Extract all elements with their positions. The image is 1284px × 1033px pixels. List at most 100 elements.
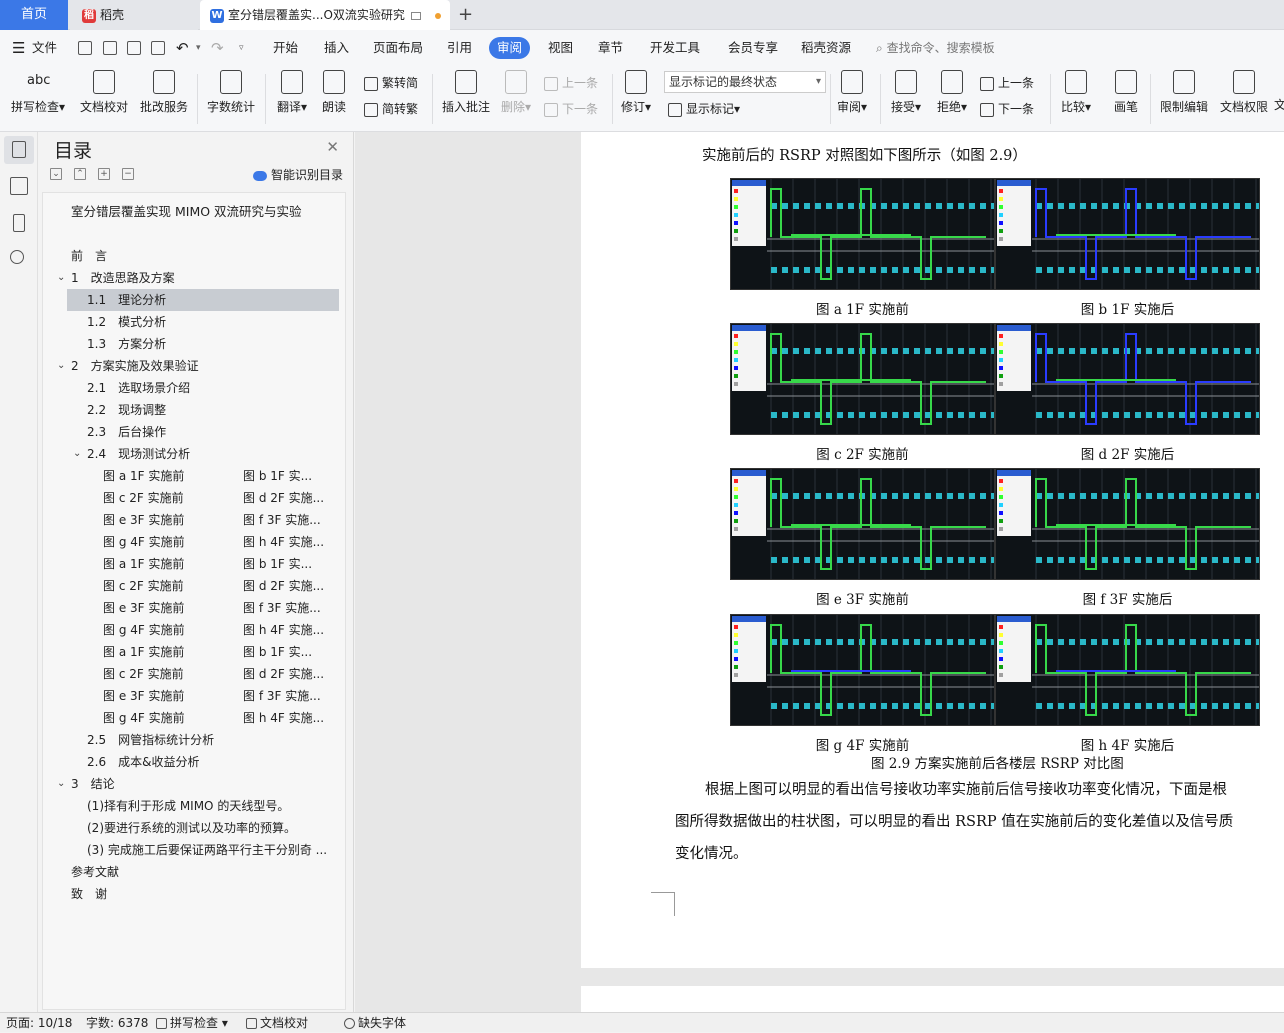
chevron-down-icon[interactable]: ⌄ [57, 267, 65, 289]
read-aloud-button[interactable]: 朗读 [316, 70, 352, 115]
toc-item[interactable]: 图 e 3F 实施前 图 f 3F 实施... [43, 597, 343, 619]
ribbon-overflow-label[interactable]: 文 [1274, 96, 1284, 113]
add-heading-icon[interactable]: + [98, 168, 110, 180]
save-icon[interactable] [78, 41, 92, 55]
toc-item[interactable]: (3) 完成施工后要保证两路平行主干分别奇 ... [43, 839, 343, 861]
chevron-down-icon[interactable]: ⌄ [57, 355, 65, 377]
toc-item[interactable]: 1.2 模式分析 [43, 311, 343, 333]
compare-button[interactable]: 比较▾ [1056, 70, 1096, 115]
print-preview-icon[interactable] [151, 41, 165, 55]
file-menu[interactable]: 文件 [32, 30, 57, 66]
menu-chapter[interactable]: 章节 [598, 30, 623, 66]
chapter-nav-icon[interactable] [10, 177, 28, 195]
menu-review[interactable]: 审阅 [489, 37, 531, 59]
export-icon[interactable] [103, 41, 117, 55]
undo-dropdown-icon[interactable]: ▾ [196, 30, 201, 66]
close-icon[interactable]: ✕ [326, 138, 339, 156]
toc-item[interactable]: 图 a 1F 实施前 图 b 1F 实... [43, 641, 343, 663]
print-icon[interactable] [127, 41, 141, 55]
next-change-button[interactable]: 下一条 [980, 100, 1034, 117]
accept-button[interactable]: 接受▾ [886, 70, 926, 115]
translate-button[interactable]: 翻译▾ [272, 70, 312, 115]
toc-item[interactable]: (2)要进行系统的测试以及功率的预算。 [43, 817, 343, 839]
reject-button[interactable]: 拒绝▾ [932, 70, 972, 115]
review-pane-button[interactable]: 审阅▾ [834, 70, 870, 115]
toc-item[interactable]: 参考文献 [43, 861, 343, 883]
expand-all-icon[interactable]: ⌄ [50, 168, 62, 180]
markup-display-select[interactable]: 显示标记的最终状态 [664, 71, 826, 93]
toc-item[interactable]: 图 a 1F 实施前 图 b 1F 实... [43, 465, 343, 487]
toc-item[interactable]: 图 a 1F 实施前 图 b 1F 实... [43, 553, 343, 575]
simp-to-trad-button[interactable]: 简转繁 [364, 100, 418, 117]
bookmark-icon[interactable] [13, 214, 25, 232]
delete-comment-button[interactable]: 删除▾ [496, 70, 536, 115]
collapse-all-icon[interactable]: ⌃ [74, 168, 86, 180]
chevron-down-icon[interactable]: ⌄ [73, 443, 81, 465]
pen-button[interactable]: 画笔 [1108, 70, 1144, 115]
toc-item[interactable]: 1.1 理论分析 [67, 289, 339, 311]
page-indicator[interactable]: 页面: 10/18 [6, 1013, 72, 1033]
toc-item[interactable]: 2.1 选取场景介绍 [43, 377, 343, 399]
prev-comment-button[interactable]: 上一条 [544, 74, 598, 91]
toc-item[interactable]: 前 言 [43, 245, 343, 267]
remove-heading-icon[interactable]: − [122, 168, 134, 180]
toc-item[interactable]: 2.2 现场调整 [43, 399, 343, 421]
toc-item[interactable]: 2.6 成本&收益分析 [43, 751, 343, 773]
tab-home[interactable]: 首页 [0, 0, 68, 30]
new-tab-button[interactable]: + [458, 0, 478, 30]
toc-item[interactable]: 1.3 方案分析 [43, 333, 343, 355]
insert-comment-button[interactable]: 插入批注 [438, 70, 494, 115]
word-count-indicator[interactable]: 字数: 6378 [86, 1013, 148, 1033]
toc-item[interactable]: 图 g 4F 实施前 图 h 4F 实施... [43, 619, 343, 641]
document-rights-button[interactable]: 文档权限 [1216, 70, 1272, 115]
chevron-down-icon[interactable]: ⌄ [57, 773, 65, 795]
toc-item[interactable]: 图 c 2F 实施前 图 d 2F 实施... [43, 487, 343, 509]
menu-layout[interactable]: 页面布局 [373, 30, 423, 66]
trad-to-simp-button[interactable]: 繁转简 [364, 74, 418, 91]
search-icon[interactable] [10, 250, 24, 264]
batch-service-button[interactable]: 批改服务 [136, 70, 192, 115]
quick-access-dropdown-icon[interactable]: ▿ [239, 30, 244, 66]
undo-icon[interactable]: ↶ [176, 30, 189, 66]
prev-change-button[interactable]: 上一条 [980, 74, 1034, 91]
missing-font-indicator[interactable]: 缺失字体 [344, 1013, 406, 1033]
proofread-button[interactable]: 文档校对 [76, 70, 132, 115]
toc-item[interactable]: (1)择有利于形成 MIMO 的天线型号。 [43, 795, 343, 817]
toc-item[interactable]: ⌄ 2.4 现场测试分析 [43, 443, 343, 465]
toc-item[interactable]: 图 g 4F 实施前 图 h 4F 实施... [43, 531, 343, 553]
toc-item[interactable]: ⌄ 2 方案实施及效果验证 [43, 355, 343, 377]
toc-item[interactable]: ⌄ 3 结论 [43, 773, 343, 795]
toc-item[interactable]: 图 e 3F 实施前 图 f 3F 实施... [43, 685, 343, 707]
menu-references[interactable]: 引用 [447, 30, 472, 66]
spell-check-button[interactable]: abc 拼写检查▾ [8, 70, 68, 115]
toc-item[interactable]: 图 e 3F 实施前 图 f 3F 实施... [43, 509, 343, 531]
track-changes-button[interactable]: 修订▾ [616, 70, 656, 115]
menu-start[interactable]: 开始 [273, 30, 298, 66]
toc-doc-title[interactable]: 室分错层覆盖实现 MIMO 双流研究与实验 [71, 201, 302, 223]
toc-item[interactable]: 2.3 后台操作 [43, 421, 343, 443]
window-icon[interactable] [410, 11, 421, 20]
tab-document[interactable]: W 室分错层覆盖实...O双流实验研究 [200, 0, 450, 30]
restrict-editing-button[interactable]: 限制编辑 [1156, 70, 1212, 115]
word-count-button[interactable]: 字数统计 [203, 70, 259, 115]
next-comment-button[interactable]: 下一条 [544, 100, 598, 117]
command-search[interactable]: ⌕ 查找命令、搜索模板 [876, 30, 995, 66]
menu-view[interactable]: 视图 [548, 30, 573, 66]
toc-item[interactable]: 图 c 2F 实施前 图 d 2F 实施... [43, 663, 343, 685]
menu-member[interactable]: 会员专享 [728, 30, 778, 66]
toc-item[interactable]: 图 c 2F 实施前 图 d 2F 实施... [43, 575, 343, 597]
redo-icon[interactable]: ↷ [211, 30, 224, 66]
toc-item[interactable]: 2.5 网管指标统计分析 [43, 729, 343, 751]
toc-item[interactable]: 致 谢 [43, 883, 343, 905]
toc-item[interactable]: 图 g 4F 实施前 图 h 4F 实施... [43, 707, 343, 729]
smart-toc-button[interactable]: 智能识别目录 [252, 166, 343, 183]
status-proofread[interactable]: 文档校对 [246, 1013, 308, 1033]
tab-daoke[interactable]: 稻稻壳 [70, 0, 198, 30]
menu-developer[interactable]: 开发工具 [650, 30, 700, 66]
show-markup-button[interactable]: 显示标记▾ [668, 100, 740, 117]
status-spell-check[interactable]: 拼写检查 ▾ [156, 1013, 228, 1033]
menu-daoke-resources[interactable]: 稻壳资源 [801, 30, 851, 66]
menu-insert[interactable]: 插入 [324, 30, 349, 66]
hamburger-icon[interactable]: ☰ [12, 30, 25, 66]
toc-item[interactable]: ⌄ 1 改造思路及方案 [43, 267, 343, 289]
